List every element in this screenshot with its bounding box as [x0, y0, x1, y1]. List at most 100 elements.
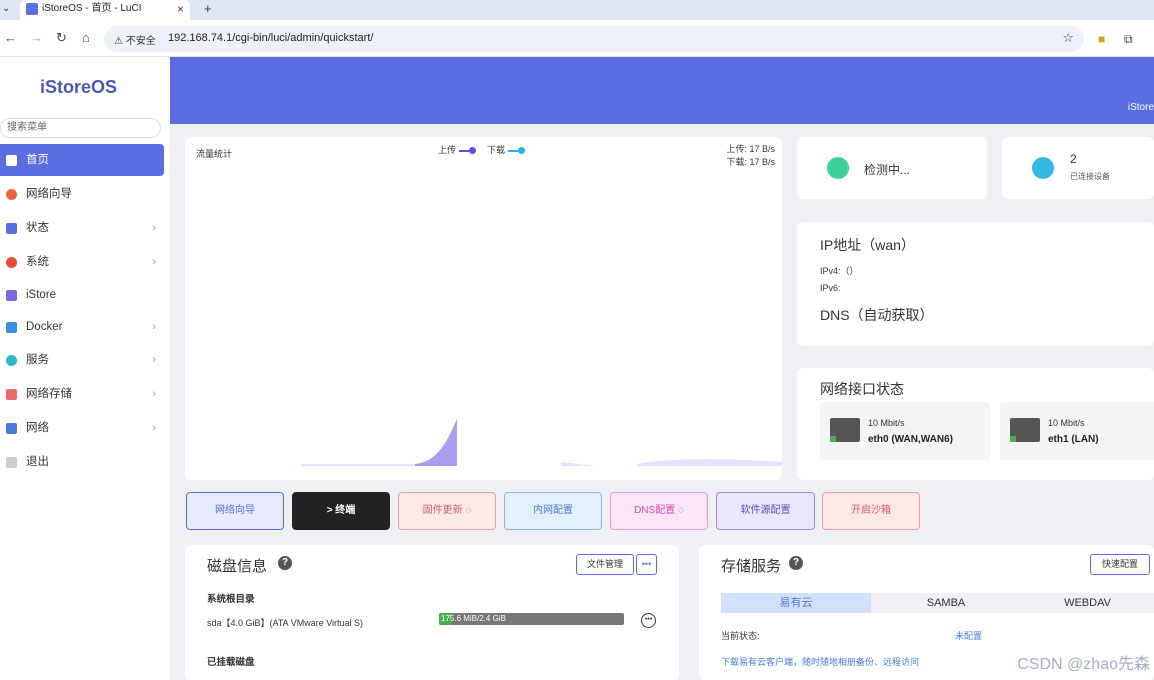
firmware-update-button[interactable]: 固件更新 ◌: [398, 492, 496, 530]
sidebar-item-istore[interactable]: iStore: [0, 279, 164, 311]
disk-title: 磁盘信息: [207, 558, 268, 575]
link-status-indicator: [1010, 436, 1016, 442]
sidebar-item-services[interactable]: 服务 ›: [0, 344, 164, 376]
network-wizard-button[interactable]: 网络向导: [186, 492, 284, 530]
sidebar-item-home[interactable]: 首页: [0, 144, 164, 176]
gear-icon: [6, 257, 17, 268]
download-client-link[interactable]: 下载易有云客户端，随时随地相册备份、远程访问: [721, 655, 919, 668]
sandbox-button[interactable]: 开启沙箱: [822, 492, 920, 530]
tab-webdav[interactable]: WEBDAV: [1021, 593, 1154, 613]
software-source-button[interactable]: 软件源配置: [716, 492, 815, 530]
url-box[interactable]: ⚠ 不安全 192.168.74.1/cgi-bin/luci/admin/qu…: [104, 26, 1084, 52]
ip-card: IP地址（wan） IPv4:（） IPv6: DNS（自动获取）: [797, 222, 1154, 346]
storage-icon: [6, 389, 17, 400]
devices-count: 2: [1070, 152, 1077, 166]
store-icon: [6, 290, 17, 301]
help-icon[interactable]: ?: [789, 556, 803, 570]
traffic-graph: [301, 419, 782, 466]
ip-title: IP地址（wan）: [820, 237, 915, 253]
file-manager-button[interactable]: 文件管理: [576, 554, 634, 575]
forward-icon[interactable]: →: [30, 30, 43, 46]
root-title: 系统根目录: [207, 594, 255, 605]
upload-area-tail: [637, 459, 782, 466]
disk-options-icon[interactable]: •••: [641, 613, 656, 628]
status-label: 当前状态:: [721, 631, 760, 641]
quick-config-button[interactable]: 快速配置: [1090, 554, 1150, 575]
dns-title: DNS（自动获取）: [820, 307, 934, 323]
address-bar-row: ← → ↻ ⌂ ⚠ 不安全 192.168.74.1/cgi-bin/luci/…: [0, 20, 1154, 57]
checking-text: 检测中...: [864, 163, 911, 177]
storage-tabs: 易有云 SAMBA WEBDAV: [721, 593, 1154, 613]
devices-label: 已连接设备: [1070, 172, 1110, 181]
status-value[interactable]: 未配置: [955, 629, 982, 642]
sidebar-item-network-wizard[interactable]: 网络向导: [0, 178, 164, 210]
tab-samba[interactable]: SAMBA: [871, 593, 1021, 613]
new-tab-icon[interactable]: +: [204, 0, 212, 17]
ipv6-value: IPv6:: [820, 283, 841, 293]
back-icon[interactable]: ←: [4, 30, 17, 46]
sidebar-item-label: 服务: [26, 354, 49, 366]
sidebar-item-nas[interactable]: 网络存储 ›: [0, 378, 164, 410]
sidebar-item-network[interactable]: 网络 ›: [0, 412, 164, 444]
home-icon[interactable]: ⌂: [82, 30, 90, 46]
browser-tab[interactable]: iStoreOS - 首页 - LuCI ×: [20, 0, 190, 20]
loading-icon: [827, 157, 849, 179]
interfaces-title: 网络接口状态: [820, 381, 904, 397]
extensions-puzzle-icon[interactable]: ⧉: [1124, 32, 1133, 47]
chevron-right-icon: ›: [152, 422, 156, 434]
sidebar-item-label: 网络向导: [26, 188, 72, 200]
tab-favicon-icon: [26, 3, 38, 15]
reload-icon[interactable]: ↻: [56, 30, 67, 46]
help-icon[interactable]: ?: [278, 556, 292, 570]
network-icon: [6, 423, 17, 434]
bookmark-star-icon[interactable]: ☆: [1062, 30, 1074, 46]
chevron-right-icon: ›: [152, 321, 156, 333]
sidebar-item-label: 网络存储: [26, 388, 72, 400]
sidebar-item-logout[interactable]: 退出: [0, 446, 164, 478]
chevron-right-icon: ›: [152, 388, 156, 400]
port-speed: 10 Mbit/s: [1048, 418, 1085, 428]
dns-config-button[interactable]: DNS配置 ◌: [610, 492, 708, 530]
root-device: sda【4.0 GiB】(ATA VMware Virtual S): [207, 618, 364, 628]
wizard-icon: [6, 189, 17, 200]
lan-config-button[interactable]: 内网配置: [504, 492, 602, 530]
mounted-title: 已挂载磁盘: [207, 657, 255, 668]
security-warning[interactable]: ⚠ 不安全: [114, 32, 156, 47]
tab-title: iStoreOS - 首页 - LuCI: [42, 3, 142, 14]
port-name: eth1 (LAN): [1048, 434, 1099, 445]
tab-close-icon[interactable]: ×: [177, 0, 184, 18]
terminal-button[interactable]: > 终端: [292, 492, 390, 530]
security-label: 不安全: [125, 36, 156, 47]
sidebar-item-label: 退出: [26, 456, 49, 468]
services-icon: [6, 355, 17, 366]
home-menu-icon: [6, 155, 17, 166]
sidebar-item-status[interactable]: 状态 ›: [0, 212, 164, 244]
port-eth0[interactable]: 10 Mbit/s eth0 (WAN,WAN6): [820, 402, 990, 460]
menu-search-input[interactable]: 搜索菜单: [0, 118, 161, 138]
header-band: iStore: [170, 57, 1154, 124]
logout-icon: [6, 457, 17, 468]
sidebar-item-docker[interactable]: Docker ›: [0, 311, 164, 343]
sidebar: iStoreOS 搜索菜单 首页 网络向导 状态 › 系统 › iStore D…: [0, 57, 170, 680]
tab-list-chevron-icon[interactable]: ⌄: [2, 0, 10, 18]
extension-icon[interactable]: ■: [1098, 32, 1105, 46]
sidebar-item-system[interactable]: 系统 ›: [0, 246, 164, 278]
header-right-text: iStore: [1127, 102, 1154, 113]
sidebar-item-label: 状态: [26, 222, 49, 234]
traffic-card: 流量统计 上传 下载 上传: 17 B/s 下载: 17 B/s: [185, 137, 782, 480]
more-button[interactable]: •••: [636, 554, 657, 575]
browser-tab-bar: ⌄ iStoreOS - 首页 - LuCI × +: [0, 0, 1154, 20]
devices-card[interactable]: 2 已连接设备: [1002, 137, 1154, 199]
port-speed: 10 Mbit/s: [868, 418, 905, 428]
url-text[interactable]: 192.168.74.1/cgi-bin/luci/admin/quicksta…: [168, 32, 373, 44]
sidebar-item-label: Docker: [26, 321, 63, 333]
watermark: CSDN @zhao先森: [1017, 656, 1150, 673]
chevron-right-icon: ›: [152, 354, 156, 366]
disk-usage-text: 175.6 MiB/2.4 GiB: [441, 614, 506, 623]
link-status-indicator: [830, 436, 836, 442]
interfaces-card: 网络接口状态 10 Mbit/s eth0 (WAN,WAN6) 10 Mbit…: [797, 368, 1154, 480]
port-eth1[interactable]: 10 Mbit/s eth1 (LAN): [1000, 402, 1154, 460]
ipv4-value: IPv4:（）: [820, 266, 859, 276]
tab-yiyouyun[interactable]: 易有云: [721, 593, 871, 613]
sidebar-item-label: iStore: [26, 289, 57, 301]
